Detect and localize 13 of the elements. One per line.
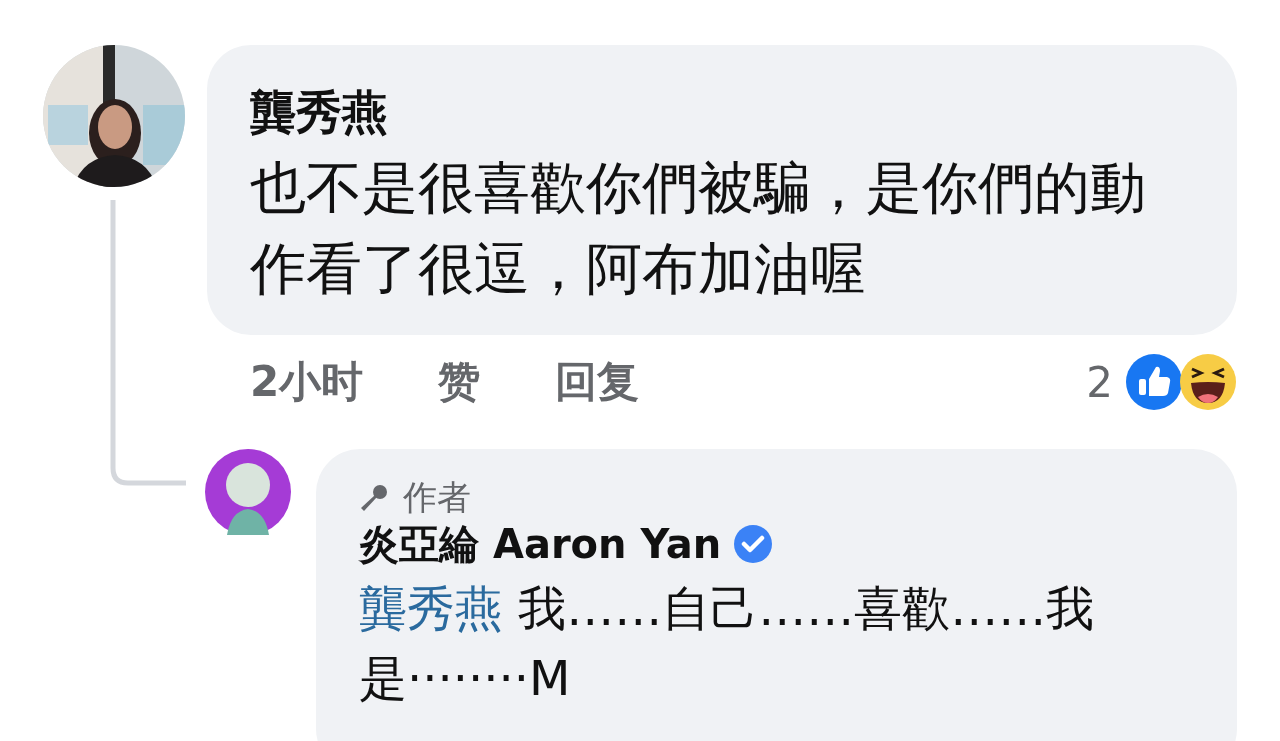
comment-action[interactable]: 回复 xyxy=(555,354,640,411)
thumbs-up-icon xyxy=(1125,353,1183,412)
commenter-name[interactable]: 龔秀燕 xyxy=(250,83,388,143)
comment-text: 也不是很喜歡你們被騙，是你們的動作看了很逗，阿布加油喔 xyxy=(250,153,1147,303)
reply-text: 龔秀燕 我……自己……喜歡……我是········M xyxy=(359,578,1096,708)
microphone-icon xyxy=(359,482,389,513)
mention-link[interactable]: 龔秀燕 xyxy=(359,579,503,636)
comment-action[interactable]: 赞 xyxy=(438,354,481,411)
replier-name[interactable]: 炎亞綸 Aaron Yan xyxy=(359,517,722,570)
comment-time: 2小时 xyxy=(250,356,364,409)
laughing-emoji-icon xyxy=(1179,353,1237,412)
reaction-count[interactable]: 2 xyxy=(1086,357,1113,407)
author-label: 作者 xyxy=(403,477,471,518)
